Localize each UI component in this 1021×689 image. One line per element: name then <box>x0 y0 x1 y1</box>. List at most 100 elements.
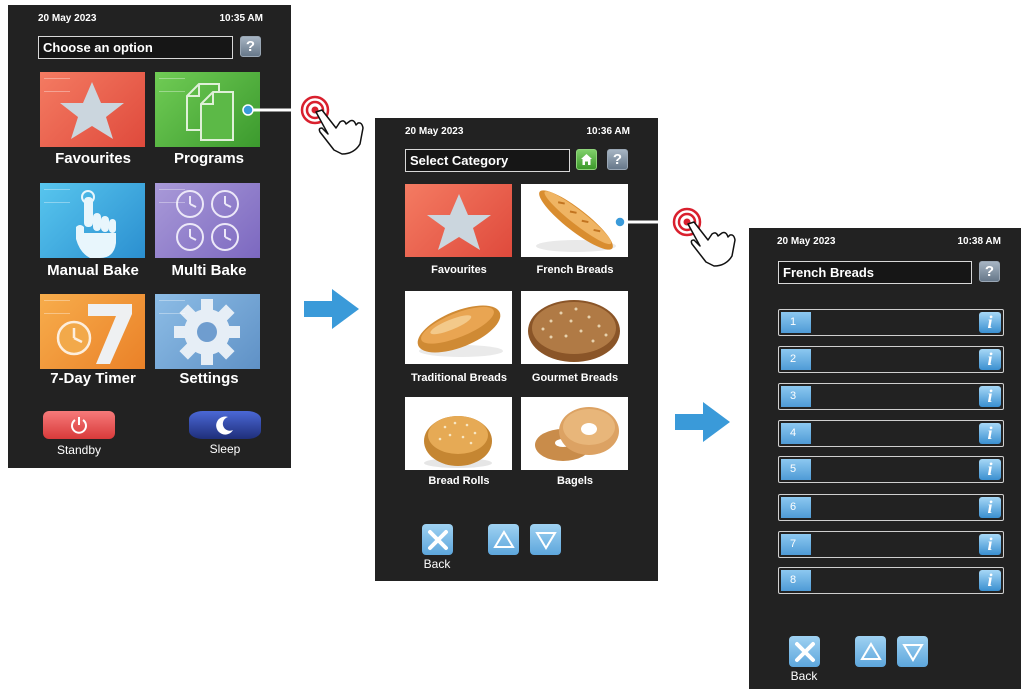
scroll-down-button[interactable] <box>530 524 561 555</box>
program-row[interactable]: 3 i <box>778 383 1004 410</box>
category-bagels[interactable] <box>521 397 628 470</box>
back-label: Back <box>423 557 451 571</box>
question-mark-icon: ? <box>245 38 256 55</box>
status-bar: 20 May 2023 10:36 AM <box>375 126 658 140</box>
category-traditional-breads[interactable] <box>405 291 512 364</box>
program-row[interactable]: 7 i <box>778 531 1004 558</box>
home-icon <box>581 154 592 165</box>
program-number: 6 <box>781 497 811 518</box>
question-mark-icon: ? <box>612 151 623 168</box>
program-row[interactable]: 6 i <box>778 494 1004 521</box>
help-button[interactable]: ? <box>607 149 628 170</box>
program-row[interactable]: 1 i <box>778 309 1004 336</box>
info-button[interactable]: i <box>979 570 1001 591</box>
category-bread-rolls[interactable] <box>405 397 512 470</box>
seven-day-timer-tile[interactable] <box>40 294 145 369</box>
multi-bake-tile[interactable] <box>155 183 260 258</box>
info-button[interactable]: i <box>979 497 1001 518</box>
help-button[interactable]: ? <box>240 36 261 57</box>
flow-arrow-right-icon <box>304 289 359 329</box>
triangle-up-icon <box>492 529 515 548</box>
date-label: 20 May 2023 <box>38 13 97 24</box>
sleep-label: Sleep <box>209 442 241 456</box>
help-button[interactable]: ? <box>979 261 1000 282</box>
time-label: 10:38 AM <box>957 236 1001 247</box>
category-label: Bagels <box>556 475 594 487</box>
standby-button[interactable] <box>43 411 115 439</box>
manual-bake-tile[interactable] <box>40 183 145 258</box>
star-icon <box>427 194 491 250</box>
settings-label: Settings <box>179 370 239 387</box>
multi-bake-label: Multi Bake <box>171 262 247 279</box>
date-label: 20 May 2023 <box>777 236 836 247</box>
main-menu-screen: 20 May 2023 10:35 AM Choose an option ? … <box>8 5 291 468</box>
category-label: Traditional Breads <box>411 372 507 384</box>
program-number: 1 <box>781 312 811 333</box>
screen-title: French Breads <box>778 261 972 284</box>
select-category-screen: 20 May 2023 10:36 AM Select Category ? F… <box>375 118 658 581</box>
program-number: 7 <box>781 534 811 555</box>
gourmet-loaf-image <box>528 300 620 362</box>
moon-icon <box>216 416 233 435</box>
tile-lines-decoration <box>44 189 70 203</box>
category-label: Favourites <box>431 264 487 276</box>
date-label: 20 May 2023 <box>405 126 464 137</box>
program-number: 5 <box>781 459 811 480</box>
scroll-up-button[interactable] <box>855 636 886 667</box>
screen-title: Choose an option <box>38 36 233 59</box>
loaf-image <box>417 305 503 357</box>
info-button[interactable]: i <box>979 459 1001 480</box>
info-button[interactable]: i <box>979 423 1001 444</box>
standby-label: Standby <box>56 443 102 457</box>
program-number: 4 <box>781 423 811 444</box>
back-button[interactable] <box>422 524 453 555</box>
status-bar: 20 May 2023 10:35 AM <box>8 13 291 27</box>
favourites-label: Favourites <box>55 150 131 167</box>
back-label: Back <box>790 669 818 683</box>
back-button[interactable] <box>789 636 820 667</box>
program-row[interactable]: 5 i <box>778 456 1004 483</box>
power-icon <box>71 417 87 434</box>
close-icon <box>794 641 815 662</box>
touch-hand-icon <box>242 95 364 155</box>
info-button[interactable]: i <box>979 386 1001 407</box>
scroll-down-button[interactable] <box>897 636 928 667</box>
program-row[interactable]: 4 i <box>778 420 1004 447</box>
time-label: 10:35 AM <box>219 13 263 24</box>
manual-bake-label: Manual Bake <box>47 262 139 279</box>
program-row[interactable]: 2 i <box>778 346 1004 373</box>
category-label: Bread Rolls <box>428 475 490 487</box>
scroll-up-button[interactable] <box>488 524 519 555</box>
settings-tile[interactable] <box>155 294 260 369</box>
seven-day-timer-label: 7-Day Timer <box>50 370 136 387</box>
touch-hand-icon <box>614 207 736 267</box>
question-mark-icon: ? <box>984 263 995 280</box>
triangle-down-icon <box>901 643 924 662</box>
close-icon <box>427 529 448 550</box>
info-button[interactable]: i <box>979 349 1001 370</box>
favourites-tile[interactable] <box>40 72 145 147</box>
tile-lines-decoration <box>44 300 70 314</box>
program-number: 2 <box>781 349 811 370</box>
info-button[interactable]: i <box>979 534 1001 555</box>
sleep-button[interactable] <box>189 411 261 439</box>
category-label: Gourmet Breads <box>531 372 619 384</box>
category-favourites[interactable] <box>405 184 512 257</box>
program-number: 8 <box>781 570 811 591</box>
tile-lines-decoration <box>159 78 185 92</box>
info-button[interactable]: i <box>979 312 1001 333</box>
time-label: 10:36 AM <box>586 126 630 137</box>
program-number: 3 <box>781 386 811 407</box>
screen-title: Select Category <box>405 149 570 172</box>
bagels-image <box>535 407 619 461</box>
tile-lines-decoration <box>159 300 185 314</box>
tile-lines-decoration <box>159 189 185 203</box>
category-gourmet-breads[interactable] <box>521 291 628 364</box>
program-row[interactable]: 8 i <box>778 567 1004 594</box>
triangle-up-icon <box>859 641 882 660</box>
triangle-down-icon <box>534 531 557 550</box>
flow-arrow-right-icon <box>675 402 730 442</box>
bread-roll-image <box>424 416 492 468</box>
home-button[interactable] <box>576 149 597 170</box>
status-bar: 20 May 2023 10:38 AM <box>749 236 1021 250</box>
